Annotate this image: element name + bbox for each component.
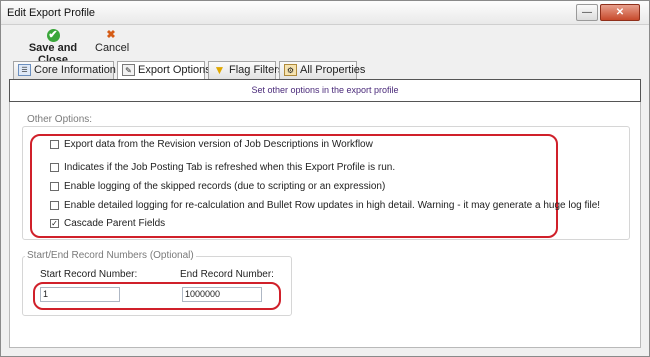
minimize-button[interactable]: —	[576, 4, 598, 21]
title-bar[interactable]: Edit Export Profile — ✕	[1, 1, 649, 25]
tab-export-options[interactable]: ✎ Export Options	[117, 61, 211, 80]
option-label: Cascade Parent Fields	[64, 218, 166, 229]
toolbar: ✔ Save and Close ✖ Cancel	[1, 26, 649, 66]
cancel-button[interactable]: ✖ Cancel	[95, 29, 130, 54]
checkbox[interactable]	[50, 140, 59, 149]
end-record-label: End Record Number:	[180, 269, 274, 280]
checkbox[interactable]	[50, 182, 59, 191]
edit-export-profile-window: Edit Export Profile — ✕ ✔ Save and Close…	[0, 0, 650, 357]
end-record-input[interactable]: 1000000	[182, 287, 262, 302]
checkbox[interactable]	[50, 163, 59, 172]
tab-core-information[interactable]: ☰ Core Information	[13, 61, 116, 79]
option-label: Indicates if the Job Posting Tab is refr…	[64, 162, 396, 173]
tab-content-panel: Other Options: Export data from the Revi…	[9, 102, 641, 348]
checkmark-icon: ✔	[46, 29, 60, 42]
checkbox[interactable]	[50, 201, 59, 210]
other-options-legend: Other Options:	[25, 114, 95, 125]
option-label: Enable detailed logging for re-calculati…	[64, 200, 601, 211]
cancel-x-icon: ✖	[106, 29, 116, 41]
tab-label: Export Options	[138, 64, 211, 76]
tab-label: All Properties	[300, 64, 366, 76]
properties-icon: ⚙	[284, 64, 297, 76]
start-record-input[interactable]: 1	[40, 287, 120, 302]
close-button[interactable]: ✕	[600, 4, 640, 21]
core-info-icon: ☰	[18, 64, 31, 76]
tab-label: Core Information	[34, 64, 116, 76]
tab-description-banner: Set other options in the export profile	[9, 79, 641, 102]
tab-label: Flag Filters	[229, 64, 284, 76]
option-label: Enable logging of the skipped records (d…	[64, 181, 386, 192]
cancel-label: Cancel	[95, 42, 130, 54]
window-title: Edit Export Profile	[7, 7, 96, 19]
checkbox-checked[interactable]: ✓	[50, 219, 59, 228]
funnel-icon: ▼	[213, 63, 226, 77]
option-label: Export data from the Revision version of…	[64, 139, 373, 150]
tab-all-properties[interactable]: ⚙ All Properties	[279, 61, 365, 79]
tab-flag-filters[interactable]: ▼ Flag Filters	[208, 61, 283, 79]
record-numbers-legend: Start/End Record Numbers (Optional)	[25, 250, 196, 261]
start-record-label: Start Record Number:	[40, 269, 138, 280]
export-options-icon: ✎	[122, 64, 135, 76]
